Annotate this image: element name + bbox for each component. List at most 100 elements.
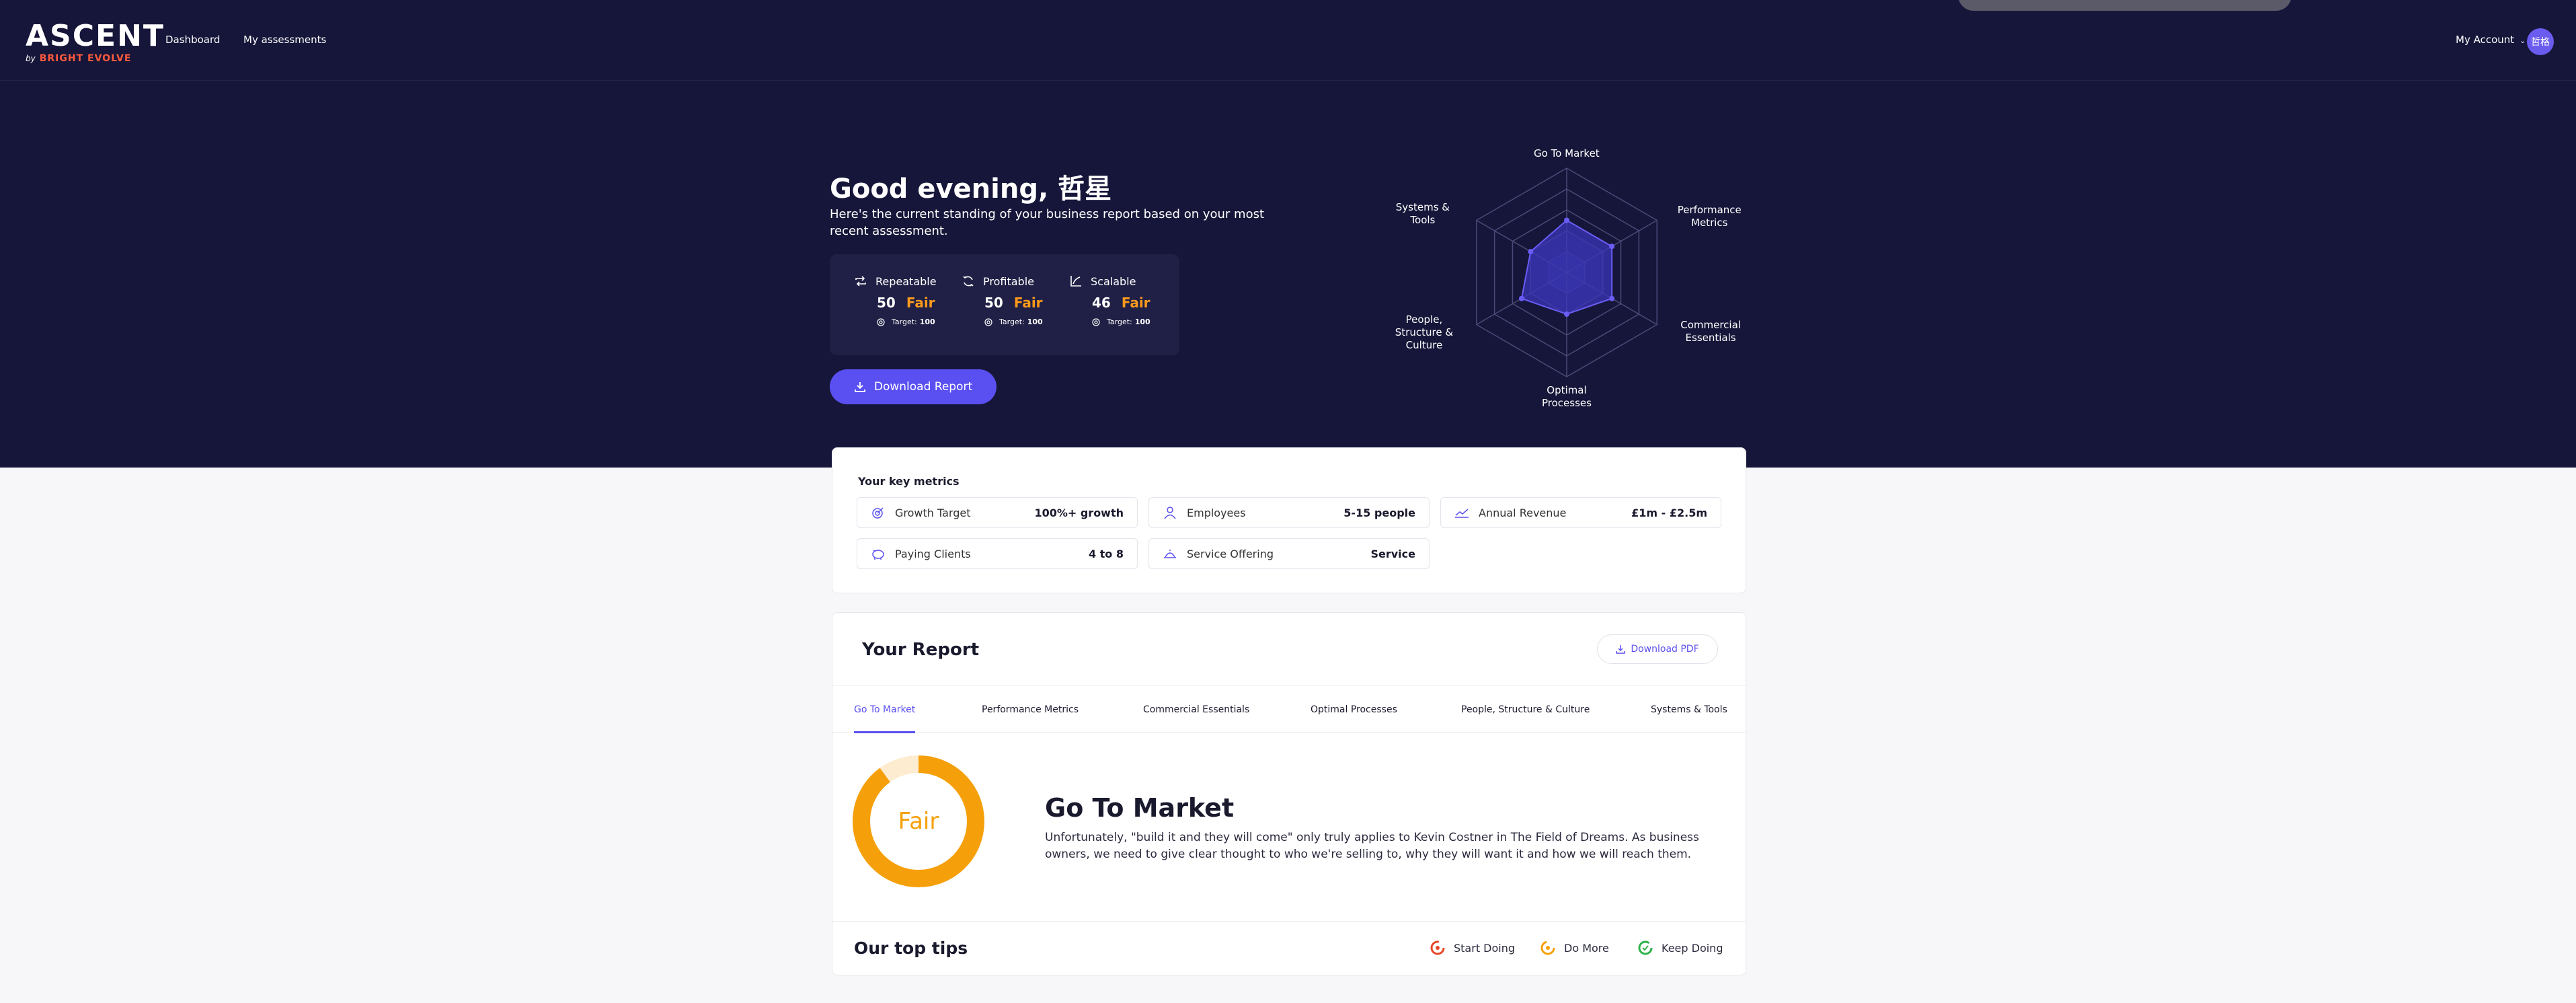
tip-keep-doing[interactable]: Keep Doing [1637,940,1723,956]
revenue-icon [1454,505,1469,520]
metric-label: Paying Clients [895,547,971,560]
metric-value: 100%+ growth [1034,506,1124,519]
logo-tagline: by BRIGHT EVOLVE [26,54,165,63]
metric-value: 5-15 people [1343,506,1415,519]
radar-data-point [1564,311,1569,317]
download-pdf-label: Download PDF [1631,644,1699,655]
logo-wordmark: ASCENT [26,19,165,53]
radar-data-point [1564,217,1569,223]
download-icon [1616,645,1626,654]
download-report-button[interactable]: Download Report [830,369,997,404]
top-navigation-bar: ASCENT by BRIGHT EVOLVE Dashboard My asse… [0,0,2576,81]
tip-label: Start Doing [1454,941,1516,955]
tab-go-to-market[interactable]: Go To Market [854,686,916,733]
radar-axis-label: Systems & Tools [1395,200,1450,226]
top-overlay-pill [1958,0,2292,11]
tab-performance-metrics[interactable]: Performance Metrics [982,686,1079,733]
metric-value: £1m - £2.5m [1631,506,1707,519]
target-icon [871,505,886,520]
start-doing-icon [1430,940,1445,955]
tip-label: Keep Doing [1662,941,1723,955]
keep-doing-icon [1638,940,1653,955]
stat-score: 46 [1092,295,1111,311]
radar-axis-label: Optimal Processes [1542,384,1592,409]
logo-brand-text: BRIGHT EVOLVE [39,53,132,64]
stat-target-label: Target: [892,318,917,326]
section-title: Go To Market [1045,793,1235,823]
radar-data-area [1520,219,1613,315]
stat-rating: Fair [906,295,935,311]
radar-axis-label: Go To Market [1534,147,1600,159]
stat-target-label: Target: [1107,318,1132,326]
section-description: Unfortunately, "build it and they will c… [1045,831,1699,861]
tip-label: Do More [1564,941,1609,955]
metric-annual-revenue: Annual Revenue £1m - £2.5m [1440,497,1721,528]
top-tips-title: Our top tips [854,938,968,958]
profit-cycle-icon [962,274,975,288]
stat-rating: Fair [1013,295,1043,311]
radar-axis-label: Performance Metrics [1677,203,1742,229]
tab-commercial-essentials[interactable]: Commercial Essentials [1143,686,1249,733]
piggy-bank-icon [871,546,886,561]
score-summary-card: Repeatable 50 Fair Target: 100 Profitable … [830,254,1179,355]
stat-target-value: 100 [919,318,935,326]
repeat-icon [854,274,867,288]
target-small-icon [1092,318,1100,326]
metric-employees: Employees 5-15 people [1148,497,1430,528]
radar-data-point [1518,295,1524,301]
stat-target-value: 100 [1134,318,1150,326]
tab-people-structure-culture[interactable]: People, Structure & Culture [1461,686,1590,733]
chart-axis-icon [1069,274,1083,288]
stat-score: 50 [877,295,896,311]
target-small-icon [877,318,885,326]
stat-score: 50 [984,295,1003,311]
my-account-menu[interactable]: My Account ⌄ [2456,34,2526,46]
report-card: Your Report Download PDF Go To Market Pe… [832,612,1747,975]
stat-label: Repeatable [875,274,937,288]
download-pdf-button[interactable]: Download PDF [1597,634,1718,664]
radar-axis-label: People, Structure & Culture [1395,313,1454,351]
stat-scalable: Scalable 46 Fair Target: 100 [1069,274,1177,326]
greeting-heading: Good evening, 哲星 [830,174,1112,205]
stat-repeatable: Repeatable 50 Fair Target: 100 [854,274,962,326]
download-icon [854,382,865,392]
my-account-label: My Account [2456,34,2515,46]
stat-label: Profitable [983,274,1034,288]
key-metrics-title: Your key metrics [858,475,960,488]
metric-label: Annual Revenue [1479,506,1567,519]
radar-data-point [1609,295,1615,301]
metric-label: Employees [1187,506,1246,519]
key-metrics-card: Your key metrics Growth Target 100%+ gro… [832,447,1746,593]
stat-target-label: Target: [999,318,1025,326]
ascent-logo[interactable]: ASCENT by BRIGHT EVOLVE [26,19,165,64]
radar-axis-label: Commercial Essentials [1680,318,1741,344]
logo-by-text: by [26,54,36,63]
metric-value: Service [1370,547,1415,560]
tab-optimal-processes[interactable]: Optimal Processes [1311,686,1397,733]
stat-rating: Fair [1121,295,1150,311]
nav-my-assessments-link[interactable]: My assessments [243,34,326,46]
service-icon [1163,546,1177,561]
rating-donut-label: Fair [898,808,939,835]
divider [832,921,1747,922]
radar-data-point [1609,244,1615,250]
metric-growth-target: Growth Target 100%+ growth [857,497,1138,528]
radar-chart: Go To Market Performance Metrics Commercial… [1395,138,1742,447]
metric-paying-clients: Paying Clients 4 to 8 [857,538,1138,569]
tip-do-more[interactable]: Do More [1540,940,1609,956]
stat-target-value: 100 [1027,318,1043,326]
tab-systems-tools[interactable]: Systems & Tools [1651,686,1727,733]
report-title: Your Report [862,640,980,660]
employees-icon [1163,505,1177,520]
metric-label: Growth Target [895,506,971,519]
nav-dashboard-link[interactable]: Dashboard [165,34,220,46]
tip-start-doing[interactable]: Start Doing [1430,940,1515,956]
report-tabs: Go To Market Performance Metrics Commerc… [832,685,1747,733]
stat-label: Scalable [1091,274,1136,288]
avatar[interactable]: 哲格 [2527,28,2554,55]
do-more-icon [1540,940,1555,955]
chevron-down-icon: ⌄ [2520,36,2526,45]
target-small-icon [984,318,992,326]
radar-data-point [1528,249,1534,254]
download-report-label: Download Report [873,380,973,394]
